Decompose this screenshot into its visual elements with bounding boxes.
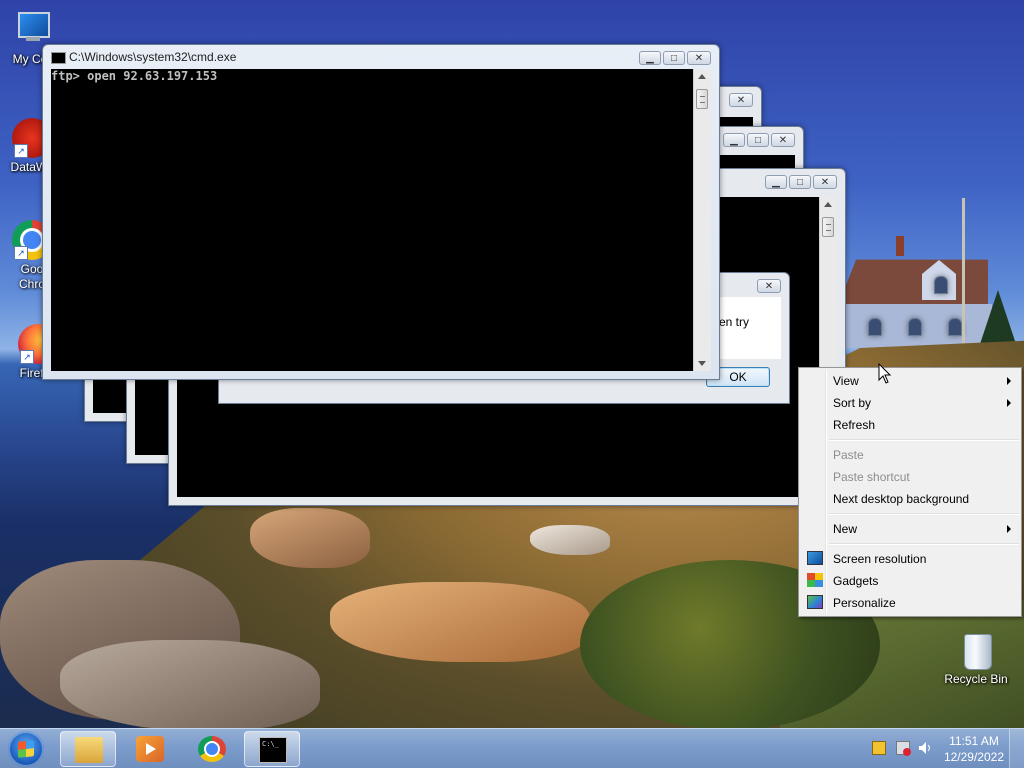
maximize-button[interactable]: □ — [663, 51, 685, 65]
close-button[interactable]: ✕ — [757, 279, 781, 293]
taskbar-cmd-button[interactable] — [244, 731, 300, 767]
menu-item-label: Screen resolution — [833, 552, 927, 566]
folder-icon — [75, 737, 103, 763]
mouse-cursor-icon — [878, 363, 892, 384]
menu-separator — [829, 513, 1019, 515]
show-desktop-button[interactable] — [1009, 729, 1024, 769]
taskbar-explorer-button[interactable] — [60, 731, 116, 767]
menu-separator — [829, 439, 1019, 441]
cmd-window[interactable]: C:\Windows\system32\cmd.exe ▁ □ ✕ ftp> o… — [42, 44, 720, 380]
system-clock[interactable]: 11:51 AM 12/29/2022 — [944, 733, 1004, 765]
close-button[interactable]: ✕ — [813, 175, 837, 189]
menu-item-label: View — [833, 374, 859, 388]
submenu-arrow-icon — [1007, 525, 1011, 533]
menu-item-label: Paste — [833, 448, 864, 462]
menu-item-gadgets[interactable]: Gadgets — [801, 570, 1019, 592]
volume-icon[interactable] — [918, 741, 932, 755]
wallpaper-rock — [60, 640, 320, 728]
clock-time: 11:51 AM — [949, 734, 999, 748]
close-button[interactable]: ✕ — [771, 133, 795, 147]
submenu-arrow-icon — [1007, 399, 1011, 407]
title-bar[interactable]: C:\Windows\system32\cmd.exe ▁ □ ✕ — [43, 45, 719, 69]
menu-item-paste-shortcut: Paste shortcut — [801, 466, 1019, 488]
maximize-button[interactable]: □ — [789, 175, 811, 189]
taskbar: 11:51 AM 12/29/2022 — [0, 728, 1024, 769]
window-title: C:\Windows\system32\cmd.exe — [69, 50, 237, 64]
desktop-icon-label: Recycle Bin — [944, 672, 1008, 686]
minimize-button[interactable]: ▁ — [765, 175, 787, 189]
menu-item-personalize[interactable]: Personalize — [801, 592, 1019, 614]
clock-date: 12/29/2022 — [943, 750, 1004, 764]
cmd-icon — [259, 737, 287, 763]
scroll-up-arrow-icon[interactable] — [824, 202, 832, 207]
maximize-button[interactable]: □ — [747, 133, 769, 147]
screen-resolution-icon — [807, 551, 823, 565]
wallpaper-rock — [250, 508, 370, 568]
menu-item-label: Personalize — [833, 596, 896, 610]
media-player-icon — [136, 736, 164, 762]
desktop-context-menu[interactable]: View Sort by Refresh Paste Paste shortcu… — [798, 367, 1022, 617]
close-button[interactable]: ✕ — [687, 51, 711, 65]
shortcut-arrow-icon: ↗ — [20, 350, 34, 364]
console-area[interactable]: ftp> open 92.63.197.153 — [51, 69, 693, 371]
minimize-button[interactable]: ▁ — [723, 133, 745, 147]
scroll-thumb[interactable] — [822, 217, 834, 237]
desktop-icon-recycle-bin[interactable]: Recycle Bin — [940, 630, 1012, 687]
menu-item-label: Paste shortcut — [833, 470, 910, 484]
menu-item-screen-resolution[interactable]: Screen resolution — [801, 548, 1019, 570]
recycle-bin-icon — [956, 630, 996, 670]
menu-separator — [829, 543, 1019, 545]
scroll-down-arrow-icon[interactable] — [698, 361, 706, 366]
menu-item-paste: Paste — [801, 444, 1019, 466]
cmd-icon — [51, 52, 66, 64]
dialog-message: en try — [719, 315, 750, 329]
menu-item-view[interactable]: View — [801, 370, 1019, 392]
gadgets-icon — [807, 573, 823, 587]
taskbar-media-player-button[interactable] — [122, 731, 178, 767]
wallpaper-rock — [330, 582, 590, 662]
action-center-flag-icon[interactable] — [872, 741, 886, 755]
chrome-icon — [198, 736, 226, 762]
menu-item-label: Gadgets — [833, 574, 879, 588]
vertical-scrollbar[interactable] — [693, 69, 711, 371]
network-icon[interactable] — [896, 741, 911, 756]
menu-item-refresh[interactable]: Refresh — [801, 414, 1019, 436]
menu-item-next-desktop-background[interactable]: Next desktop background — [801, 488, 1019, 510]
menu-item-label: Next desktop background — [833, 492, 970, 506]
taskbar-chrome-button[interactable] — [184, 731, 240, 767]
scroll-up-arrow-icon[interactable] — [698, 74, 706, 79]
menu-item-sort-by[interactable]: Sort by — [801, 392, 1019, 414]
submenu-arrow-icon — [1007, 377, 1011, 385]
menu-item-label: New — [833, 522, 858, 536]
wallpaper-flagpole — [962, 198, 965, 348]
shortcut-arrow-icon: ↗ — [14, 246, 28, 260]
start-button[interactable] — [8, 731, 44, 767]
scroll-thumb[interactable] — [696, 89, 708, 109]
menu-item-new[interactable]: New — [801, 518, 1019, 540]
console-text: ftp> open 92.63.197.153 — [51, 69, 218, 83]
windows-logo-icon — [18, 740, 34, 758]
wallpaper-rock — [530, 525, 610, 555]
shortcut-arrow-icon: ↗ — [14, 144, 28, 158]
close-button[interactable]: ✕ — [729, 93, 753, 107]
menu-item-label: Refresh — [833, 418, 876, 432]
menu-item-label: Sort by — [833, 396, 872, 410]
minimize-button[interactable]: ▁ — [639, 51, 661, 65]
personalize-icon — [807, 595, 823, 609]
